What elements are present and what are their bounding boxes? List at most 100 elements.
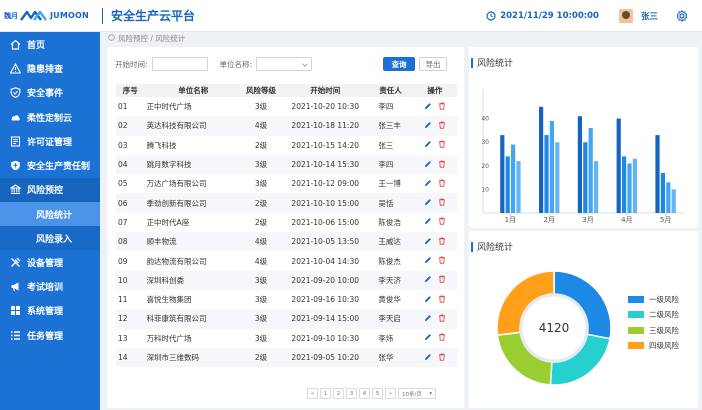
page-size-select[interactable]: 10条/页 ▾ (398, 388, 436, 399)
delete-icon[interactable] (438, 295, 446, 303)
cell-no: 10 (116, 270, 143, 290)
breadcrumb-home-icon[interactable] (108, 34, 115, 43)
cell-no: 13 (118, 333, 128, 343)
edit-icon[interactable] (424, 160, 432, 168)
cell-owner: 张华 (368, 347, 413, 368)
cell-start-time: 2021-09-05 10:20 (282, 347, 369, 368)
sidebar-item-safety-event[interactable]: 安全事件 (0, 81, 100, 105)
delete-icon[interactable] (438, 121, 446, 129)
table-row[interactable]: 08 顺丰物流 4级 2021-10-05 13:50 王威达 (116, 232, 457, 252)
edit-icon[interactable] (424, 140, 432, 148)
table-row[interactable]: 13 万科时代广场 3级 2021-09-10 10:30 李炜 (116, 329, 457, 348)
delete-icon[interactable] (438, 256, 446, 264)
edit-icon[interactable] (424, 237, 432, 245)
bar-mark (627, 163, 632, 213)
sidebar-item-hazard-check[interactable]: 隐患排查 (0, 56, 100, 80)
edit-icon[interactable] (424, 295, 432, 303)
cell-no: 06 (116, 193, 143, 213)
bar-mark (616, 118, 621, 213)
cell-owner: 陈俊浩 (378, 217, 401, 227)
edit-icon[interactable] (424, 353, 432, 361)
username[interactable]: 张三 (641, 10, 658, 22)
legend-item[interactable]: 一级风险 (628, 292, 679, 307)
cell-no: 01 (118, 102, 128, 112)
table-row[interactable]: 07 正中时代A座 2级 2021-10-06 15:00 陈俊浩 (116, 213, 457, 232)
page-size-value: 10条/页 (402, 391, 422, 398)
page-button[interactable]: 3 (346, 388, 357, 399)
edit-icon[interactable] (424, 217, 432, 225)
sidebar-item-tasks[interactable]: 任务管理 (0, 323, 100, 347)
delete-icon[interactable] (438, 102, 446, 110)
page-button[interactable]: 1 (320, 388, 331, 399)
edit-icon[interactable] (424, 314, 432, 322)
query-button[interactable]: 查询 (383, 57, 416, 71)
table-row[interactable]: 04 跳月数字科技 3级 2021-10-14 15:30 李四 (116, 154, 457, 175)
table-row[interactable]: 03 腾飞科技 2级 2021-10-15 14:20 张三 (116, 136, 457, 155)
delete-icon[interactable] (438, 333, 446, 341)
sidebar-item-risk-entry[interactable]: 风险录入 (0, 226, 100, 251)
next-page-button[interactable]: » (385, 388, 396, 399)
sidebar-item-system[interactable]: 系统管理 (0, 299, 100, 323)
col-header-no: 序号 (116, 84, 143, 97)
breadcrumb-text[interactable]: 风险预控 / 风险统计 (118, 33, 185, 44)
table-row[interactable]: 12 科菲康筑有限公司 3级 2021-09-14 15:00 李天启 (116, 309, 457, 329)
sidebar-item-responsibility[interactable]: 安全生产责任制 (0, 153, 100, 177)
cell-start-time: 2021-09-14 15:00 (282, 309, 369, 329)
unit-name-select[interactable] (256, 57, 313, 71)
x-tick-label: 4月 (621, 216, 632, 224)
sidebar-item-risk-control[interactable]: 风险预控 (0, 177, 100, 203)
avatar[interactable] (618, 8, 633, 23)
table-row[interactable]: 11 喜悦生物集团 3级 2021-09-16 10:30 黄俊华 (116, 290, 457, 309)
edit-icon[interactable] (424, 275, 432, 283)
page-button[interactable]: 2 (333, 388, 344, 399)
page-button[interactable]: 4 (359, 388, 370, 399)
delete-icon[interactable] (438, 140, 446, 148)
delete-icon[interactable] (438, 353, 446, 361)
prev-page-button[interactable]: « (307, 388, 318, 399)
edit-icon[interactable] (424, 198, 432, 206)
delete-icon[interactable] (438, 237, 446, 245)
table-row[interactable]: 10 深圳科创委 3级 2021-09-20 10:00 李天济 (116, 270, 457, 290)
sidebar-item-home[interactable]: 首页 (0, 32, 100, 56)
table-row[interactable]: 14 深圳市三维数码 2级 2021-09-05 10:20 张华 (116, 347, 457, 368)
edit-icon[interactable] (424, 333, 432, 341)
sidebar-item-training[interactable]: 考试培训 (0, 274, 100, 298)
delete-icon[interactable] (438, 217, 446, 226)
page-button[interactable]: 5 (372, 388, 383, 399)
table-row[interactable]: 05 万达广场有限公司 3级 2021-10-12 09:00 王一博 (116, 174, 457, 193)
sidebar-item-equipment[interactable]: 设备管理 (0, 250, 100, 274)
export-button[interactable]: 导出 (419, 57, 448, 71)
delete-icon[interactable] (438, 198, 446, 206)
cell-no: 02 (116, 116, 143, 136)
table-row[interactable]: 09 韵达物流有限公司 4级 2021-10-04 14:30 陈俊杰 (116, 251, 457, 270)
cell-no: 12 (116, 309, 143, 329)
delete-icon[interactable] (438, 314, 446, 322)
legend-item[interactable]: 三级风险 (628, 323, 679, 338)
delete-icon[interactable] (438, 160, 446, 168)
table-row[interactable]: 06 季劲创新有限公司 2级 2021-10-10 15:00 吴恬 (116, 193, 457, 213)
legend-item[interactable]: 二级风险 (628, 307, 679, 322)
table-row[interactable]: 01 正中时代广场 3级 2021-10-20 10:30 李四 (116, 97, 457, 116)
edit-icon[interactable] (424, 102, 432, 110)
delete-icon[interactable] (438, 275, 446, 283)
gear-icon[interactable] (676, 9, 688, 22)
edit-icon[interactable] (424, 121, 432, 129)
sidebar-item-risk-stats[interactable]: 风险统计 (0, 202, 100, 227)
cell-actions (412, 193, 457, 213)
cell-actions (413, 329, 457, 348)
cell-actions (413, 174, 457, 193)
brand-logo[interactable]: 魏月 JUMOON (0, 10, 102, 22)
start-time-input[interactable] (151, 57, 208, 71)
cell-no: 11 (118, 295, 128, 305)
sidebar-item-flex-cloud[interactable]: 柔性定制云 (0, 105, 100, 129)
x-tick-label: 5月 (660, 216, 671, 224)
legend-item[interactable]: 四级风险 (628, 338, 679, 353)
table-row[interactable]: 02 英达科技有限公司 4级 2021-10-18 11:20 张三丰 (116, 116, 457, 136)
edit-icon[interactable] (424, 256, 432, 264)
cell-start-time: 2021-10-18 11:20 (282, 116, 369, 136)
cell-risk-level: 2级 (254, 140, 268, 150)
sidebar-item-license[interactable]: 许可证管理 (0, 129, 100, 153)
delete-icon[interactable] (438, 179, 446, 187)
cell-unit-name: 万科时代广场 (146, 333, 192, 343)
edit-icon[interactable] (424, 179, 432, 187)
